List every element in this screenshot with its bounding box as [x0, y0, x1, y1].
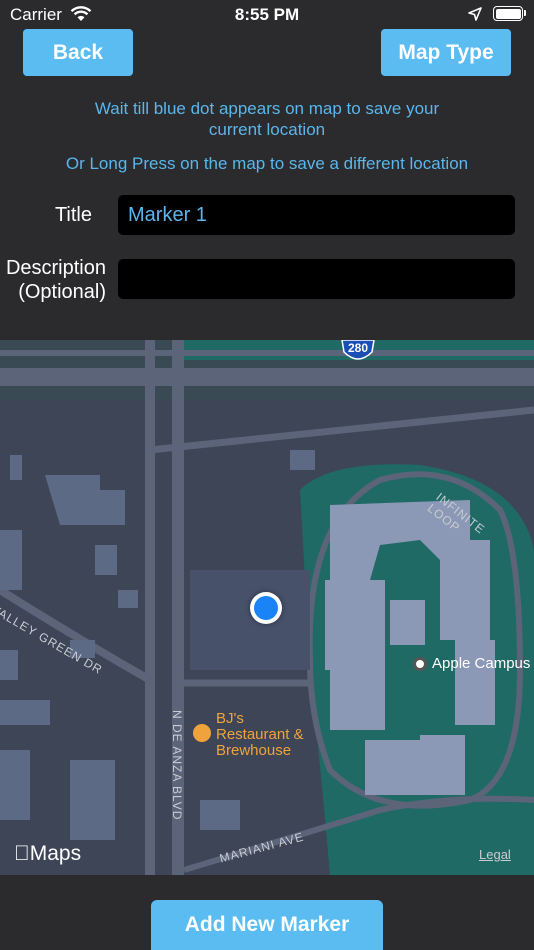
maps-attribution: Maps — [14, 842, 81, 866]
instruction-line-1: Wait till blue dot appears on map to sav… — [94, 99, 440, 118]
poi-bjs-line3: Brewhouse — [216, 742, 292, 759]
battery-tip — [524, 10, 526, 16]
user-location-dot — [250, 592, 282, 624]
poi-bjs-restaurant[interactable]: BJ's Restaurant & Brewhouse — [216, 711, 304, 759]
instruction-long-press: Or Long Press on the map to save a diffe… — [65, 154, 469, 173]
instruction-blue-dot: Wait till blue dot appears on map to sav… — [0, 98, 534, 140]
street-de-anza: N DE ANZA BLVD — [170, 710, 184, 821]
title-label: Title — [54, 204, 92, 226]
poi-apple-campus[interactable]: Apple Campus — [413, 655, 530, 672]
back-button[interactable]: Back — [23, 29, 133, 76]
clock: 8:55 PM — [234, 5, 300, 24]
add-new-marker-button[interactable]: Add New Marker — [151, 900, 383, 950]
instruction-line-1b: current location — [208, 120, 326, 139]
poi-apple-campus-label: Apple Campus — [432, 655, 531, 672]
title-field[interactable]: Marker 1 — [118, 195, 515, 235]
maps-attribution-label: Maps — [14, 842, 81, 865]
highway-280-shield: 280 — [340, 340, 376, 364]
poi-bjs-line1: BJ's — [216, 710, 244, 727]
legal-link[interactable]: Legal — [479, 847, 511, 862]
map-view[interactable]: 280 INFINITE LOOP VALLEY GREEN DR N DE A… — [0, 340, 534, 875]
apple-logo-icon:  — [14, 842, 30, 865]
poi-bjs-line2: Restaurant & — [216, 726, 304, 743]
status-bar: Carrier 8:55 PM — [0, 0, 534, 30]
restaurant-icon — [193, 724, 211, 742]
location-arrow-icon — [468, 7, 482, 26]
description-field[interactable] — [118, 259, 515, 299]
location-pin-icon — [413, 656, 427, 671]
battery-icon — [493, 6, 523, 21]
highway-280-label: 280 — [347, 341, 369, 355]
description-label-line2: (Optional) — [18, 281, 106, 303]
description-label-line1: Description — [5, 257, 106, 279]
map-type-button[interactable]: Map Type — [381, 29, 511, 76]
description-label: Description (Optional) — [0, 256, 106, 304]
